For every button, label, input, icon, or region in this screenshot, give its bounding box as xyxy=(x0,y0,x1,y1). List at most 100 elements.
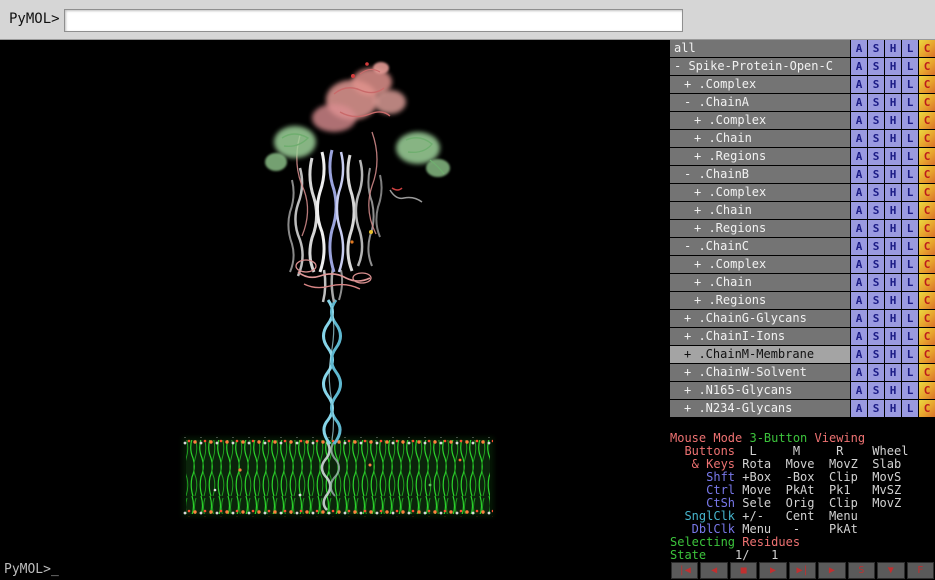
show-button[interactable]: S xyxy=(868,328,884,345)
color-button[interactable]: C xyxy=(919,328,935,345)
show-button[interactable]: S xyxy=(868,40,884,57)
object-row[interactable]: + .Complex A S H L C xyxy=(670,256,935,273)
action-button[interactable]: A xyxy=(851,310,867,327)
object-name[interactable]: - .ChainA xyxy=(670,94,850,111)
hide-button[interactable]: H xyxy=(885,148,901,165)
label-button[interactable]: L xyxy=(902,346,918,363)
object-name[interactable]: + .Regions xyxy=(670,148,850,165)
object-name[interactable]: + .Complex xyxy=(670,256,850,273)
action-button[interactable]: A xyxy=(851,76,867,93)
hide-button[interactable]: H xyxy=(885,274,901,291)
label-button[interactable]: L xyxy=(902,58,918,75)
color-button[interactable]: C xyxy=(919,274,935,291)
object-row[interactable]: - Spike-Protein-Open-C A S H L C xyxy=(670,58,935,75)
object-row[interactable]: - .ChainC A S H L C xyxy=(670,238,935,255)
object-row[interactable]: + .Regions A S H L C xyxy=(670,148,935,165)
step-back-button[interactable]: ◀ xyxy=(700,562,728,579)
color-button[interactable]: C xyxy=(919,112,935,129)
hide-button[interactable]: H xyxy=(885,238,901,255)
color-button[interactable]: C xyxy=(919,58,935,75)
object-name[interactable]: + .Chain xyxy=(670,130,850,147)
object-name[interactable]: + .Regions xyxy=(670,292,850,309)
object-row[interactable]: + .Complex A S H L C xyxy=(670,184,935,201)
label-button[interactable]: L xyxy=(902,364,918,381)
object-row[interactable]: + .Complex A S H L C xyxy=(670,112,935,129)
object-row[interactable]: + .Regions A S H L C xyxy=(670,220,935,237)
movie-menu-button[interactable]: ▼ xyxy=(877,562,905,579)
label-button[interactable]: L xyxy=(902,382,918,399)
hide-button[interactable]: H xyxy=(885,364,901,381)
show-button[interactable]: S xyxy=(868,400,884,417)
label-button[interactable]: L xyxy=(902,40,918,57)
stop-button[interactable]: ■ xyxy=(729,562,758,579)
frame-button[interactable]: F xyxy=(906,562,934,579)
go-to-end-button[interactable]: ▶| xyxy=(788,562,817,579)
object-row[interactable]: + .Regions A S H L C xyxy=(670,292,935,309)
color-button[interactable]: C xyxy=(919,130,935,147)
label-button[interactable]: L xyxy=(902,256,918,273)
object-name[interactable]: + .Complex xyxy=(670,112,850,129)
hide-button[interactable]: H xyxy=(885,184,901,201)
object-name[interactable]: + .Complex xyxy=(670,76,850,93)
object-name[interactable]: all xyxy=(670,40,850,57)
object-row[interactable]: + .Chain A S H L C xyxy=(670,202,935,219)
label-button[interactable]: L xyxy=(902,238,918,255)
action-button[interactable]: A xyxy=(851,364,867,381)
action-button[interactable]: A xyxy=(851,346,867,363)
object-row[interactable]: - .ChainA A S H L C xyxy=(670,94,935,111)
object-row[interactable]: + .ChainW-Solvent A S H L C xyxy=(670,364,935,381)
hide-button[interactable]: H xyxy=(885,382,901,399)
show-button[interactable]: S xyxy=(868,130,884,147)
hide-button[interactable]: H xyxy=(885,256,901,273)
show-button[interactable]: S xyxy=(868,220,884,237)
object-name[interactable]: - .ChainB xyxy=(670,166,850,183)
label-button[interactable]: L xyxy=(902,148,918,165)
color-button[interactable]: C xyxy=(919,148,935,165)
object-row[interactable]: + .N165-Glycans A S H L C xyxy=(670,382,935,399)
hide-button[interactable]: H xyxy=(885,58,901,75)
color-button[interactable]: C xyxy=(919,310,935,327)
object-name[interactable]: + .ChainW-Solvent xyxy=(670,364,850,381)
action-button[interactable]: A xyxy=(851,94,867,111)
action-button[interactable]: A xyxy=(851,184,867,201)
color-button[interactable]: C xyxy=(919,166,935,183)
action-button[interactable]: A xyxy=(851,202,867,219)
label-button[interactable]: L xyxy=(902,112,918,129)
label-button[interactable]: L xyxy=(902,310,918,327)
object-name[interactable]: + .ChainM-Membrane xyxy=(670,346,850,363)
hide-button[interactable]: H xyxy=(885,310,901,327)
hide-button[interactable]: H xyxy=(885,346,901,363)
color-button[interactable]: C xyxy=(919,400,935,417)
object-row[interactable]: + .ChainM-Membrane A S H L C xyxy=(670,346,935,363)
show-button[interactable]: S xyxy=(868,292,884,309)
color-button[interactable]: C xyxy=(919,94,935,111)
hide-button[interactable]: H xyxy=(885,112,901,129)
play-button[interactable]: ▶ xyxy=(759,562,787,579)
show-button[interactable]: S xyxy=(868,94,884,111)
color-button[interactable]: C xyxy=(919,292,935,309)
action-button[interactable]: A xyxy=(851,238,867,255)
object-row[interactable]: + .ChainI-Ions A S H L C xyxy=(670,328,935,345)
action-button[interactable]: A xyxy=(851,58,867,75)
command-input[interactable] xyxy=(64,9,683,32)
action-button[interactable]: A xyxy=(851,40,867,57)
show-button[interactable]: S xyxy=(868,148,884,165)
object-row[interactable]: + .Complex A S H L C xyxy=(670,76,935,93)
hide-button[interactable]: H xyxy=(885,400,901,417)
label-button[interactable]: L xyxy=(902,292,918,309)
object-row[interactable]: + .Chain A S H L C xyxy=(670,130,935,147)
hide-button[interactable]: H xyxy=(885,76,901,93)
color-button[interactable]: C xyxy=(919,382,935,399)
show-button[interactable]: S xyxy=(868,202,884,219)
hide-button[interactable]: H xyxy=(885,292,901,309)
show-button[interactable]: S xyxy=(868,274,884,291)
show-button[interactable]: S xyxy=(868,364,884,381)
object-name[interactable]: + .N234-Glycans xyxy=(670,400,850,417)
show-button[interactable]: S xyxy=(868,310,884,327)
hide-button[interactable]: H xyxy=(885,220,901,237)
show-button[interactable]: S xyxy=(868,346,884,363)
color-button[interactable]: C xyxy=(919,40,935,57)
label-button[interactable]: L xyxy=(902,94,918,111)
label-button[interactable]: L xyxy=(902,400,918,417)
color-button[interactable]: C xyxy=(919,184,935,201)
